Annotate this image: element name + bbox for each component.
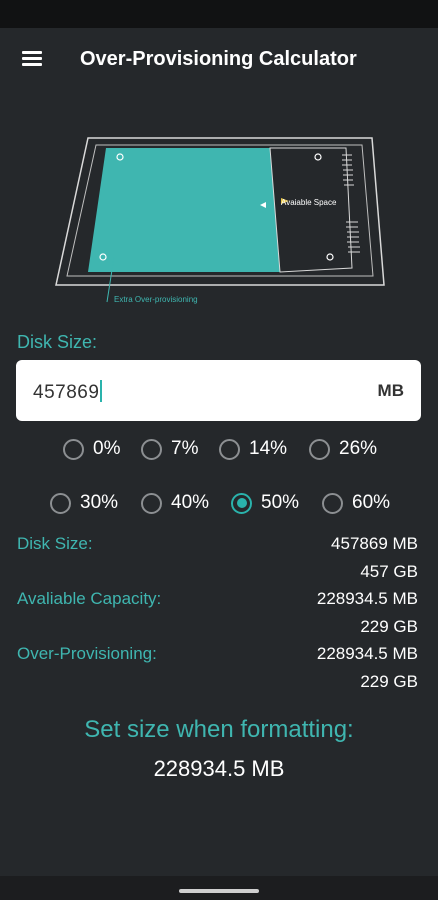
radio-label: 60% [352, 492, 391, 513]
radio-circle[interactable] [50, 492, 71, 514]
disk-size-field[interactable]: 457869 MB [16, 360, 421, 421]
result-disk-size-label: Disk Size: [17, 534, 93, 553]
radio-label: 7% [171, 438, 199, 459]
format-size-value: 228934.5 MB [153, 756, 285, 781]
radio-14-percent[interactable]: 14% [219, 434, 287, 464]
result-disk-size-mb: 457869 MB [331, 534, 418, 553]
result-disk-size-gb: 457 GB [360, 562, 418, 581]
connector-pins [342, 154, 360, 253]
result-overprov-mb: 228934.5 MB [316, 644, 418, 663]
radio-label: 30% [80, 492, 119, 513]
home-handle[interactable] [179, 889, 259, 893]
result-available-mb: 228934.5 MB [316, 589, 418, 608]
result-overprov-label: Over-Provisioning: [17, 644, 157, 663]
radio-40-percent[interactable]: 40% [141, 488, 209, 518]
radio-label: 50% [261, 492, 300, 513]
result-available-gb: 229 GB [360, 617, 418, 636]
ssd-illustration: Avaiable Space Extra Over-provisioning [55, 137, 385, 304]
format-size-heading: Set size when formatting: [84, 716, 354, 743]
radio-circle[interactable] [309, 438, 330, 460]
radio-7-percent[interactable]: 7% [141, 434, 198, 464]
result-available-label: Avaliable Capacity: [17, 589, 162, 608]
radio-60-percent[interactable]: 60% [322, 488, 390, 518]
radio-26-percent[interactable]: 26% [309, 434, 377, 464]
navigation-bar [0, 876, 438, 900]
radio-circle[interactable] [231, 492, 252, 514]
app-title: Over-Provisioning Calculator [80, 48, 357, 70]
radio-circle[interactable] [219, 438, 240, 460]
radio-circle[interactable] [322, 492, 343, 514]
used-space-area [88, 148, 280, 272]
radio-circle[interactable] [141, 438, 162, 460]
menu-icon[interactable] [14, 44, 50, 74]
percent-options-row-2: 30% 40% 50% 60% [0, 488, 438, 518]
radio-30-percent[interactable]: 30% [50, 488, 118, 518]
disk-size-label: Disk Size: [17, 332, 98, 352]
result-overprov-gb: 229 GB [360, 672, 418, 691]
radio-label: 40% [171, 492, 210, 513]
radio-circle[interactable] [63, 438, 84, 460]
percent-options-row-1: 0% 7% 14% 26% [0, 434, 438, 464]
radio-50-percent[interactable]: 50% [231, 488, 299, 518]
radio-label: 14% [249, 438, 288, 459]
disk-size-input[interactable]: 457869 [33, 380, 103, 404]
disk-size-value: 457869 [33, 382, 100, 403]
radio-0-percent[interactable]: 0% [63, 434, 120, 464]
unit-label: MB [377, 381, 404, 400]
radio-label: 0% [93, 438, 121, 459]
text-caret [100, 380, 103, 402]
available-space-label: Avaiable Space [281, 198, 337, 207]
app-bar: Over-Provisioning Calculator [0, 28, 438, 90]
extra-overprovisioning-label: Extra Over-provisioning [114, 295, 198, 304]
radio-label: 26% [339, 438, 378, 459]
status-bar [0, 0, 438, 28]
radio-circle[interactable] [141, 492, 162, 514]
